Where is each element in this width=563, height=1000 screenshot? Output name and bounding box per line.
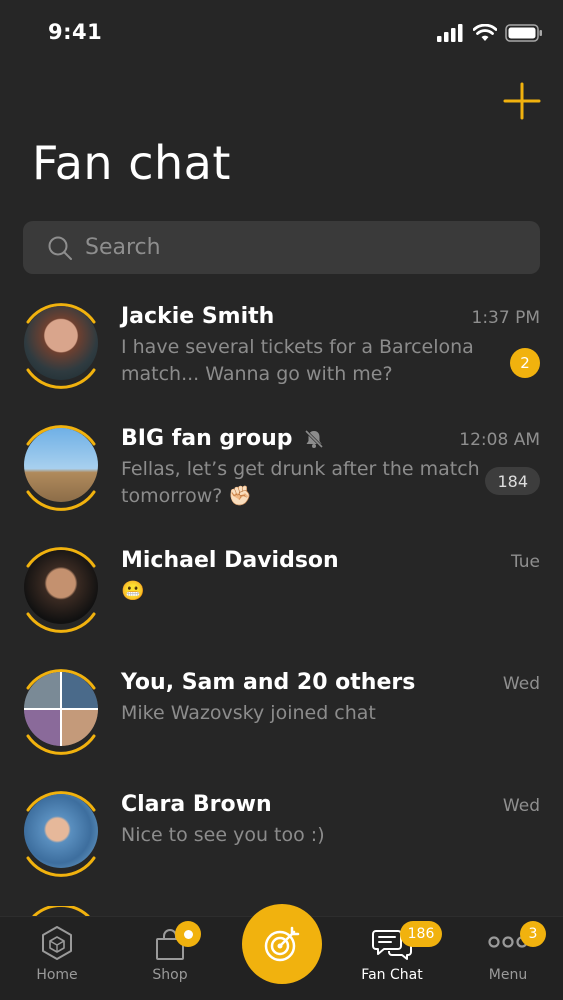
chat-name: BIG fan group: [121, 426, 325, 451]
chat-preview: Mike Wazovsky joined chat: [121, 702, 376, 724]
target-dart-icon: [264, 926, 300, 962]
wifi-icon: [473, 24, 497, 41]
chat-time: 12:08 AM: [459, 430, 540, 450]
unread-badge: 184: [485, 467, 540, 495]
chat-name: Clara Brown: [121, 792, 272, 817]
cellular-signal-icon: [437, 24, 463, 42]
tab-label: Fan Chat: [361, 967, 423, 983]
cube-icon: [42, 926, 72, 960]
avatar-photo: [24, 550, 98, 624]
chat-time: Wed: [502, 796, 540, 816]
search-input[interactable]: [85, 235, 505, 260]
page-title: Fan chat: [32, 136, 231, 190]
tab-home[interactable]: Home: [7, 917, 107, 1000]
fan-chat-badge: 186: [400, 921, 442, 947]
avatar: [20, 540, 102, 636]
shop-indicator-dot: [175, 921, 201, 947]
center-action-button[interactable]: [242, 904, 322, 984]
chat-preview: Fellas, let’s get drunk after the match …: [121, 458, 480, 507]
tab-label: Shop: [152, 967, 188, 983]
search-bar[interactable]: [23, 221, 540, 274]
chat-item[interactable]: You, Sam and 20 others Wed Mike Wazovsky…: [0, 662, 563, 772]
menu-badge: 3: [520, 921, 546, 947]
status-icons: [437, 24, 543, 42]
avatar: [20, 784, 102, 880]
chat-preview: Nice to see you too :): [121, 824, 325, 846]
status-time: 9:41: [48, 20, 103, 44]
chat-item[interactable]: Michael Davidson Tue 😬: [0, 540, 563, 650]
unread-badge: 2: [510, 348, 540, 378]
avatar: [20, 296, 102, 392]
plus-icon: [503, 82, 541, 120]
tab-menu[interactable]: 3 Menu: [458, 917, 558, 1000]
chat-time: Wed: [502, 674, 540, 694]
tab-label: Home: [36, 967, 78, 983]
chat-name: You, Sam and 20 others: [121, 670, 416, 695]
chat-item[interactable]: Jackie Smith 1:37 PM I have several tick…: [0, 296, 563, 406]
chat-name: Jackie Smith: [121, 304, 275, 329]
battery-icon: [505, 24, 542, 42]
avatar-photo: [24, 428, 98, 502]
chat-preview: I have several tickets for a Barcelona m…: [121, 336, 474, 385]
chat-name: Michael Davidson: [121, 548, 339, 573]
chat-time: 1:37 PM: [471, 308, 541, 328]
tab-fan-chat[interactable]: 186 Fan Chat: [342, 917, 442, 1000]
chat-time: Tue: [510, 552, 540, 572]
avatar: [20, 418, 102, 514]
add-chat-button[interactable]: [503, 82, 541, 120]
chat-item[interactable]: Clara Brown Wed Nice to see you too :): [0, 784, 563, 894]
avatar-photo: [24, 306, 98, 380]
chat-item[interactable]: BIG fan group 12:08 AM Fellas, let’s get…: [0, 418, 563, 528]
muted-bell-icon: [304, 429, 323, 448]
avatar-photo: [24, 794, 98, 868]
status-bar: 9:41: [0, 0, 563, 68]
search-icon: [48, 236, 72, 260]
tab-label: Menu: [488, 967, 528, 983]
tab-shop[interactable]: Shop: [120, 917, 220, 1000]
avatar: [20, 662, 102, 758]
avatar-photo-group: [24, 672, 98, 746]
chat-preview: 😬: [121, 580, 145, 602]
